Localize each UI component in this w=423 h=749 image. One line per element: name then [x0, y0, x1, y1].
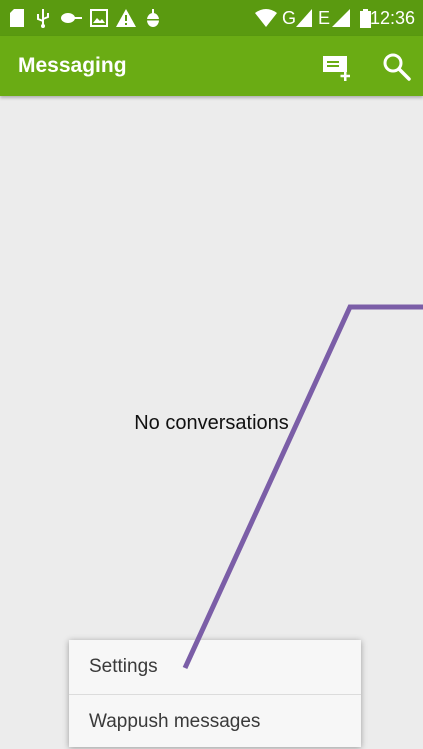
- search-icon: [383, 53, 411, 81]
- network-type-label-2: E: [318, 8, 331, 28]
- new-message-icon: [323, 56, 350, 81]
- search-button[interactable]: [380, 50, 414, 84]
- battery-saver-icon: [61, 13, 82, 23]
- menu-item-wappush-messages[interactable]: Wappush messages: [69, 694, 361, 749]
- overflow-menu: Settings Wappush messages: [69, 640, 361, 747]
- empty-state-text: No conversations: [134, 412, 289, 434]
- sd-card-icon: [10, 9, 24, 27]
- wifi-icon: [255, 9, 277, 27]
- android-debug-icon: [147, 9, 159, 27]
- menu-item-settings[interactable]: Settings: [69, 640, 361, 694]
- warning-icon: [116, 9, 136, 27]
- image-icon: [90, 9, 108, 27]
- app-bar: Messaging: [0, 36, 423, 96]
- annotation-pointer-line: [182, 304, 423, 670]
- status-bar: G E 12:36: [0, 0, 423, 36]
- usb-icon: [37, 9, 49, 28]
- clock: 12:36: [369, 8, 415, 28]
- signal-icon: [296, 9, 312, 27]
- signal-icon: [332, 9, 350, 27]
- app-title: Messaging: [18, 54, 127, 77]
- new-message-button[interactable]: [320, 50, 354, 84]
- network-type-label: G: [282, 8, 297, 28]
